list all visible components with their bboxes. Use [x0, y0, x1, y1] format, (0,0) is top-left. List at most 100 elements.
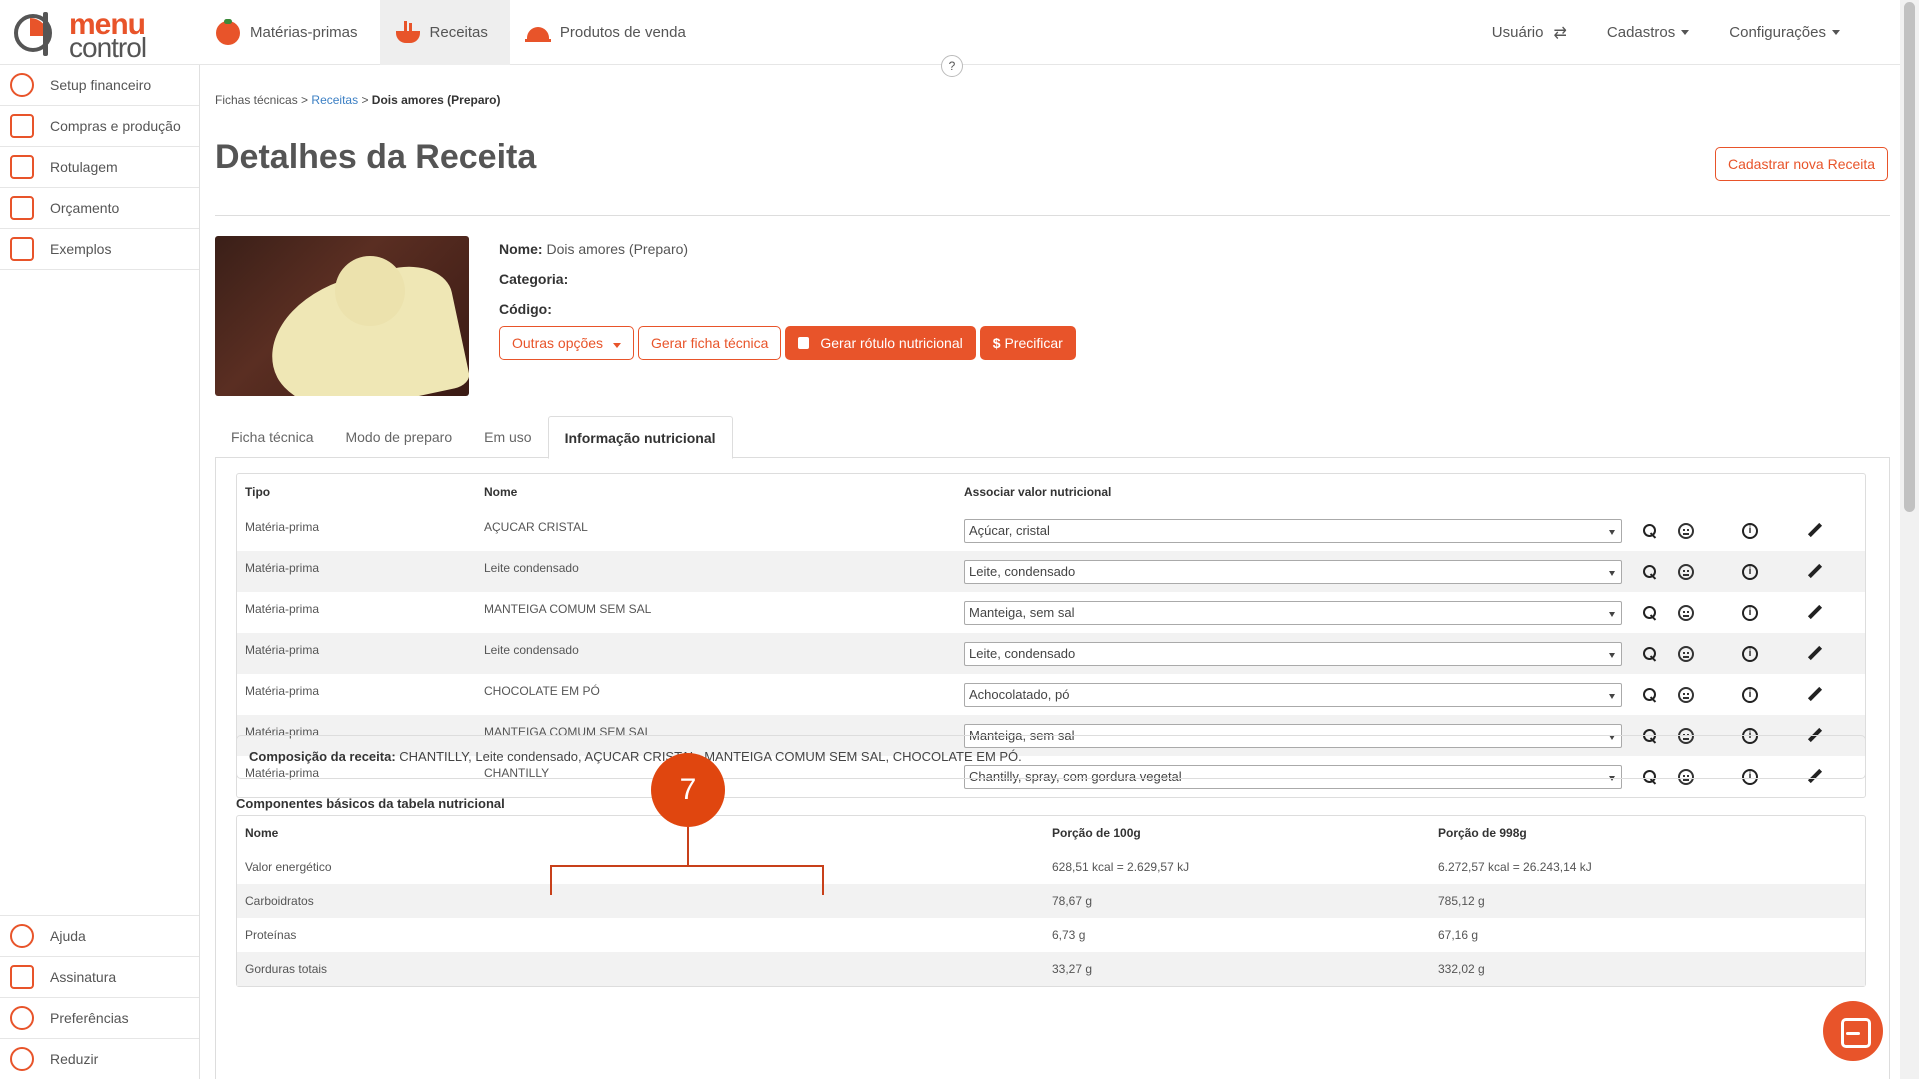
face-icon[interactable]	[1678, 645, 1694, 662]
sidebar-item-preferencias[interactable]: Preferências	[0, 997, 199, 1038]
chat-support-icon[interactable]	[1823, 1001, 1883, 1061]
gear-dollar-icon	[10, 73, 34, 97]
cadastros-dropdown[interactable]: Cadastros	[1607, 24, 1690, 41]
sidebar-item-exemplos[interactable]: Exemplos	[0, 229, 199, 270]
face-icon[interactable]	[1678, 563, 1694, 580]
search-icon[interactable]	[1642, 687, 1658, 703]
sidebar-item-reduzir[interactable]: Reduzir	[0, 1038, 199, 1079]
cell-porcao-998g: 6.272,57 kcal = 26.243,14 kJ	[1438, 860, 1592, 874]
nutrition-select[interactable]: Açúcar, cristal	[964, 518, 1622, 543]
gerar-ficha-tecnica-button[interactable]: Gerar ficha técnica	[637, 326, 782, 360]
cell-tipo: Matéria-prima	[245, 602, 320, 616]
logo-word-control: control	[69, 32, 147, 63]
search-icon[interactable]	[1642, 646, 1658, 662]
new-recipe-button[interactable]: Cadastrar nova Receita	[1715, 147, 1889, 181]
header-nome: Nome	[245, 826, 279, 840]
cell-associar: Leite, condensado	[964, 559, 1624, 584]
sidebar-item-assinatura[interactable]: Assinatura	[0, 956, 199, 997]
table-row: Matéria-prima CHOCOLATE EM PÓ Achocolatado…	[237, 674, 1865, 715]
main-nav: Matérias-primas Receitas Produtos de ven…	[200, 0, 708, 65]
usuario-menu[interactable]: Usuário ⇄	[1492, 23, 1567, 43]
breadcrumb-sep: >	[301, 93, 309, 107]
info-icon[interactable]: i	[1742, 563, 1758, 580]
gerar-rotulo-label: Gerar rótulo nutricional	[820, 335, 963, 351]
info-icon[interactable]: i	[1742, 604, 1758, 621]
caret-down-icon	[612, 343, 621, 348]
codigo-label: Código:	[499, 301, 552, 317]
face-icon[interactable]	[1678, 686, 1694, 703]
cell-nome: MANTEIGA COMUM SEM SAL	[484, 602, 652, 616]
header-tipo: Tipo	[245, 485, 271, 499]
sidebar-item-compras-producao[interactable]: Compras e produção	[0, 106, 199, 147]
outras-opcoes-button[interactable]: Outras opções	[499, 326, 634, 360]
nutrition-select[interactable]: Manteiga, sem sal	[964, 600, 1622, 625]
tab-em-uso[interactable]: Em uso	[468, 416, 547, 458]
budget-icon	[10, 196, 34, 220]
cell-nome: CHOCOLATE EM PÓ	[484, 684, 600, 698]
info-icon[interactable]: i	[1742, 686, 1758, 703]
cell-porcao-100g: 6,73 g	[1052, 928, 1086, 942]
sidebar-item-setup-financeiro[interactable]: Setup financeiro	[0, 65, 199, 106]
edit-pencil-icon[interactable]	[1807, 564, 1823, 580]
nutrition-select[interactable]: Leite, condensado	[964, 641, 1622, 666]
search-icon[interactable]	[1642, 605, 1658, 621]
calendar-icon	[798, 337, 810, 349]
menu-control-logo[interactable]: menu control	[14, 8, 164, 63]
step-callout-badge: 7	[651, 753, 725, 827]
sidebar: Setup financeiro Compras e produção Rotu…	[0, 65, 200, 1079]
recipe-tabs: Ficha técnica Modo de preparo Em uso Inf…	[215, 416, 1890, 459]
info-icon[interactable]: i	[1742, 522, 1758, 539]
search-icon[interactable]	[1642, 523, 1658, 539]
precificar-button[interactable]: $ Precificar	[979, 326, 1076, 360]
tab-ficha-tecnica[interactable]: Ficha técnica	[215, 416, 329, 458]
label-icon	[10, 155, 34, 179]
nutrition-select[interactable]: Leite, condensado	[964, 559, 1622, 584]
user-nav: Usuário ⇄ Cadastros Configurações	[1452, 0, 1840, 65]
nav-produtos-de-venda[interactable]: Produtos de venda	[510, 0, 708, 65]
nome-label: Nome:	[499, 241, 543, 257]
nav-receitas[interactable]: Receitas	[379, 0, 510, 65]
callout-highlight-box	[550, 865, 824, 895]
sidebar-item-rotulagem[interactable]: Rotulagem	[0, 147, 199, 188]
sidebar-item-label: Rotulagem	[50, 159, 118, 175]
edit-pencil-icon[interactable]	[1807, 646, 1823, 662]
breadcrumb-receitas-link[interactable]: Receitas	[311, 93, 358, 107]
edit-pencil-icon[interactable]	[1807, 687, 1823, 703]
scrollbar-thumb[interactable]	[1904, 2, 1915, 512]
edit-pencil-icon[interactable]	[1807, 523, 1823, 539]
collapse-icon	[10, 1047, 34, 1071]
tab-informacao-nutricional[interactable]: Informação nutricional	[547, 416, 733, 459]
search-icon[interactable]	[1642, 564, 1658, 580]
configuracoes-dropdown[interactable]: Configurações	[1729, 24, 1840, 41]
header-nome: Nome	[484, 485, 518, 499]
edit-pencil-icon[interactable]	[1807, 605, 1823, 621]
nutrition-select[interactable]: Achocolatado, pó	[964, 682, 1622, 707]
cell-porcao-100g: 628,51 kcal = 2.629,57 kJ	[1052, 860, 1190, 874]
gerar-rotulo-nutricional-button[interactable]: Gerar rótulo nutricional	[785, 326, 976, 360]
divider	[215, 215, 1890, 216]
cell-tipo: Matéria-prima	[245, 520, 320, 534]
sidebar-item-ajuda[interactable]: Ajuda	[0, 915, 199, 956]
breadcrumb-fichas[interactable]: Fichas técnicas	[215, 93, 298, 107]
face-icon[interactable]	[1678, 604, 1694, 621]
sidebar-item-orcamento[interactable]: Orçamento	[0, 188, 199, 229]
nav-materias-primas[interactable]: Matérias-primas	[200, 0, 380, 65]
page-scrollbar[interactable]	[1900, 0, 1919, 1079]
sidebar-item-label: Preferências	[50, 1010, 129, 1026]
table-row: Valor energético 628,51 kcal = 2.629,57 k…	[237, 850, 1865, 884]
cell-porcao-998g: 332,02 g	[1438, 962, 1485, 976]
tab-modo-de-preparo[interactable]: Modo de preparo	[329, 416, 468, 458]
face-icon[interactable]	[1678, 522, 1694, 539]
recipe-photo[interactable]	[215, 236, 469, 396]
composition-box: Composição da receita: CHANTILLY, Leite …	[236, 735, 1866, 779]
caret-down-icon	[1832, 30, 1840, 35]
dollar-icon: $	[992, 335, 1001, 351]
categoria-label: Categoria:	[499, 271, 569, 287]
recipe-actions: Outras opções Gerar ficha técnica Gerar …	[499, 326, 1080, 360]
table-row: Matéria-prima Leite condensado Leite, cond…	[237, 551, 1865, 592]
cell-porcao-998g: 67,16 g	[1438, 928, 1479, 942]
recipe-name-row: Nome: Dois amores (Preparo)	[499, 238, 688, 268]
cell-porcao-100g: 78,67 g	[1052, 894, 1093, 908]
info-icon[interactable]: i	[1742, 645, 1758, 662]
sidebar-item-label: Reduzir	[50, 1051, 99, 1067]
